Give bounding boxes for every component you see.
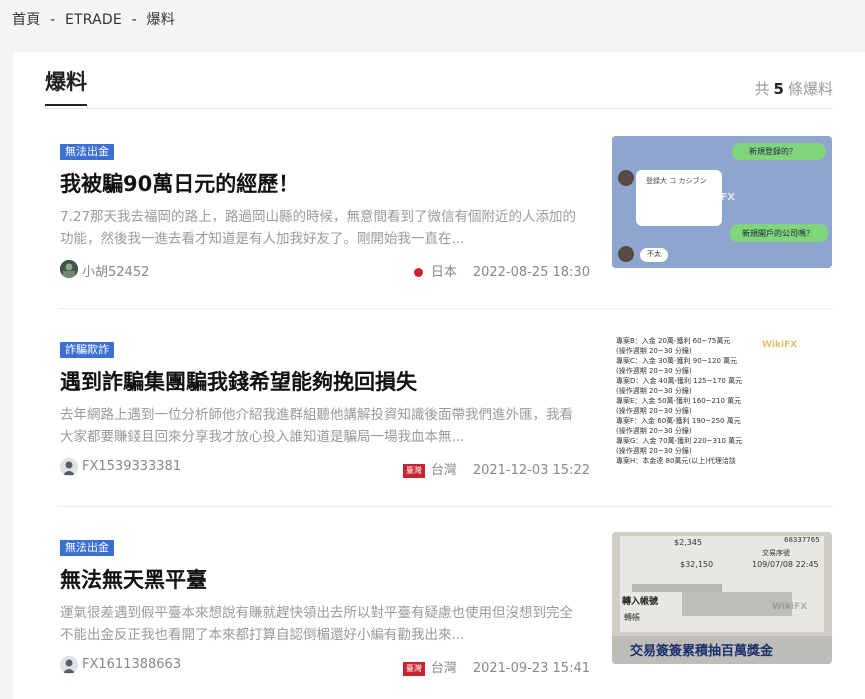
item-excerpt: 運氣很差遇到假平臺本來想說有賺就趕快領出去所以對平臺有疑慮也使用但沒想到完全不能… — [60, 605, 573, 643]
plan-text-line: 專案D：入金 40萬-獲利 125~170 萬元 — [616, 377, 743, 385]
chat-bubble-text: 新規登録的？ — [749, 147, 797, 156]
item-title[interactable]: 我被騙90萬日元的經歷！ — [60, 168, 299, 198]
plan-text-line: (操作週期 20~30 分鐘) — [616, 387, 692, 395]
item-title[interactable]: 無法無天黑平臺 — [60, 564, 207, 594]
list-item[interactable]: 無法出金 無法無天黑平臺 運氣很差遇到假平臺本來想說有賺就趕快領出去所以對平臺有… — [58, 532, 833, 688]
evidence-thumbnail[interactable]: 專案B：入金 20萬-獲利 60~75萬元 (操作週期 20~30 分鐘) 專案C：… — [612, 334, 832, 466]
receipt-amount: $2,345 — [674, 538, 702, 547]
count-number: 5 — [773, 80, 784, 98]
taiwan-flag-icon: 臺灣 — [402, 661, 425, 676]
taiwan-flag-icon: 臺灣 — [402, 463, 425, 478]
page-title: 爆料 — [45, 66, 87, 106]
category-tag: 無法出金 — [60, 144, 114, 160]
evidence-thumbnail[interactable]: 新規登録的？ 新規開戶的公司嗎？ 登録大 コ カシブン 不太 WikiFX — [612, 136, 832, 268]
avatar — [60, 458, 78, 476]
item-excerpt: 7.27那天我去福岡的路上，路過岡山縣的時候，無意間看到了微信有個附近的人添加的… — [60, 209, 577, 247]
chat-bubble-text: 新規開戶的公司嗎？ — [742, 229, 814, 238]
count-suffix: 條爆料 — [787, 80, 833, 98]
divider — [58, 506, 833, 507]
receipt-footer: 交易簽簽累積抽百萬獎金 — [630, 644, 774, 659]
chat-card-name: 登録大 コ カシブン — [646, 177, 707, 185]
watermark: WikiFX — [696, 192, 736, 203]
item-region-date: 臺灣 台灣 2021-12-03 15:22 — [402, 459, 590, 478]
category-tag: 無法出金 — [60, 540, 114, 556]
plan-text-line: (操作週期 20~30 分鐘) — [616, 347, 692, 355]
breadcrumb: 首頁 - ETRADE - 爆料 — [12, 9, 175, 29]
post-date: 2022-08-25 18:30 — [472, 265, 590, 280]
count-prefix: 共 — [754, 80, 770, 98]
list-item[interactable]: 詐騙欺詐 遇到詐騙集團騙我錢希望能夠挽回損失 去年網路上遇到一位分析師他介紹我進… — [58, 334, 833, 490]
plan-text-line: 專案F：入金 60萬-獲利 190~250 萬元 — [616, 417, 741, 425]
plan-text-line: (操作週期 20~30 分鐘) — [616, 447, 692, 455]
plan-text-line: 專案E：入金 50萬-獲利 160~210 萬元 — [616, 397, 742, 405]
watermark: WikiFX — [772, 602, 808, 612]
panel-header: 爆料 共 5 條爆料 — [45, 66, 833, 109]
japan-flag-icon — [413, 268, 423, 277]
plan-text-line: (操作週期 20~30 分鐘) — [616, 427, 692, 435]
item-meta: FX1539333381 臺灣 台灣 2021-12-03 15:22 — [60, 457, 590, 478]
category-tag: 詐騙欺詐 — [60, 342, 114, 358]
country: 日本 — [430, 265, 457, 280]
receipt-ref: 68337765 — [784, 536, 820, 544]
receipt-label: 轉帳 — [624, 613, 640, 622]
receipt-label: 交易序號 — [762, 549, 790, 557]
plan-text-line: (操作週期 20~30 分鐘) — [616, 367, 692, 375]
chat-small-text: 不太 — [647, 250, 661, 258]
avatar — [60, 260, 78, 278]
receipt-amount: $32,150 — [680, 560, 714, 569]
breadcrumb-separator: - — [50, 12, 56, 28]
author-name[interactable]: FX1539333381 — [82, 459, 181, 474]
breadcrumb-broker[interactable]: ETRADE — [65, 12, 122, 28]
breadcrumb-separator: - — [131, 12, 137, 28]
evidence-thumbnail[interactable]: $2,345 68337765 交易序號 $32,150 109/07/08 2… — [612, 532, 832, 664]
author-name[interactable]: FX1611388663 — [82, 657, 181, 672]
exposure-panel: 爆料 共 5 條爆料 無法出金 我被騙90萬日元的經歷！ 7.27那天我去福岡的路上… — [13, 52, 865, 699]
avatar — [60, 656, 78, 674]
divider — [58, 308, 833, 309]
breadcrumb-current: 爆料 — [146, 12, 175, 28]
watermark: WikiFX — [762, 340, 798, 350]
plan-text-line: 專案B：入金 20萬-獲利 60~75萬元 — [616, 337, 731, 345]
item-region-date: 日本 2022-08-25 18:30 — [413, 261, 590, 280]
country: 台灣 — [430, 463, 457, 478]
plan-text-list: 專案B：入金 20萬-獲利 60~75萬元 (操作週期 20~30 分鐘) 專案C：… — [616, 336, 742, 466]
post-date: 2021-12-03 15:22 — [472, 463, 590, 478]
list-item[interactable]: 無法出金 我被騙90萬日元的經歷！ 7.27那天我去福岡的路上，路過岡山縣的時候… — [58, 136, 833, 292]
exposure-count: 共 5 條爆料 — [755, 78, 833, 99]
item-title[interactable]: 遇到詐騙集團騙我錢希望能夠挽回損失 — [60, 366, 417, 396]
plan-text-line: 專案G：入金 70萬-獲利 220~310 萬元 — [616, 437, 743, 445]
item-region-date: 臺灣 台灣 2021-09-23 15:41 — [402, 657, 590, 676]
item-meta: FX1611388663 臺灣 台灣 2021-09-23 15:41 — [60, 655, 590, 676]
plan-text-line: 專案H：本金達 80萬元(以上)代理洽談 — [616, 457, 736, 465]
post-date: 2021-09-23 15:41 — [472, 661, 590, 676]
plan-text-line: (操作週期 20~30 分鐘) — [616, 407, 692, 415]
plan-text-line: 專案C：入金 30萬-獲利 90~120 萬元 — [616, 357, 738, 365]
breadcrumb-home[interactable]: 首頁 — [12, 12, 40, 28]
country: 台灣 — [430, 661, 457, 676]
author-name[interactable]: 小胡52452 — [82, 261, 149, 280]
receipt-label: 轉入帳號 — [622, 597, 659, 607]
item-meta: 小胡52452 日本 2022-08-25 18:30 — [60, 259, 590, 280]
item-excerpt: 去年網路上遇到一位分析師他介紹我進群組聽他講解投資知識後面帶我們進外匯，我看大家… — [60, 407, 573, 445]
receipt-time: 109/07/08 22:45 — [752, 560, 819, 569]
